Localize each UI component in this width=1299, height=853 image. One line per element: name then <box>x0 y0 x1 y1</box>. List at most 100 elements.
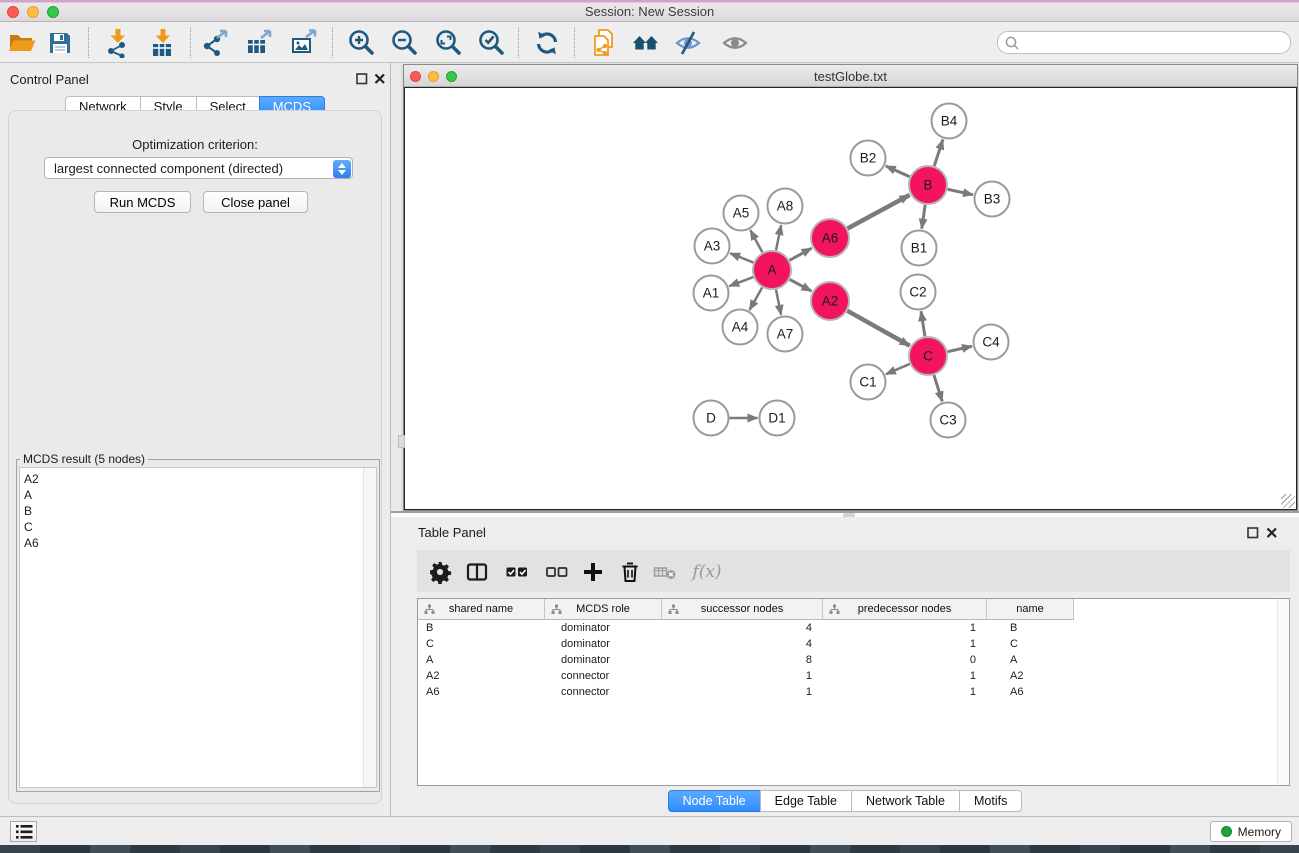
float-table-panel-icon[interactable] <box>1247 527 1259 539</box>
save-session-icon[interactable] <box>43 26 77 60</box>
export-image-icon[interactable] <box>287 26 321 60</box>
network-canvas[interactable]: AA1A2A3A4A5A6A7A8BB1B2B3B4CC1C2C3C4DD1 <box>404 87 1297 510</box>
tab-motifs[interactable]: Motifs <box>959 790 1022 812</box>
graph-node-A7[interactable]: A7 <box>768 317 803 352</box>
table-cell[interactable]: 1 <box>823 668 987 684</box>
import-network-icon[interactable] <box>101 26 135 60</box>
table-cell[interactable]: C <box>987 636 1074 652</box>
graph-edge-A-A4[interactable] <box>750 287 763 310</box>
graph-edge-A-A8[interactable] <box>776 225 781 250</box>
graph-edge-C-C2[interactable] <box>921 311 925 336</box>
result-list-item[interactable]: A2 <box>20 471 376 487</box>
refresh-icon[interactable] <box>530 26 564 60</box>
close-table-panel-icon[interactable] <box>1266 527 1278 539</box>
graph-edge-A-A5[interactable] <box>750 230 762 252</box>
graph-node-C1[interactable]: C1 <box>851 365 886 400</box>
column-header-successor-nodes[interactable]: successor nodes <box>662 599 823 620</box>
table-cell[interactable]: A6 <box>987 684 1074 700</box>
export-table-icon[interactable] <box>242 26 276 60</box>
frame-edge-handle[interactable] <box>398 435 405 448</box>
column-header-MCDS-role[interactable]: MCDS role <box>545 599 662 620</box>
graph-node-C2[interactable]: C2 <box>901 275 936 310</box>
table-cell[interactable]: A6 <box>418 684 545 700</box>
zoom-selected-icon[interactable] <box>474 26 508 60</box>
zoom-in-icon[interactable] <box>344 26 378 60</box>
apply-function-button[interactable]: f(x) <box>685 557 729 587</box>
tab-edge-table[interactable]: Edge Table <box>760 790 852 812</box>
graph-node-A4[interactable]: A4 <box>723 310 758 345</box>
close-panel-icon[interactable] <box>374 73 386 85</box>
result-list-item[interactable]: C <box>20 519 376 535</box>
criterion-select[interactable]: largest connected component (directed) <box>44 157 353 179</box>
graph-node-A6[interactable]: A6 <box>811 219 849 257</box>
table-cell[interactable]: A2 <box>418 668 545 684</box>
float-panel-icon[interactable] <box>356 73 368 85</box>
graph-node-C[interactable]: C <box>909 337 947 375</box>
zoom-out-icon[interactable] <box>387 26 421 60</box>
table-cell[interactable]: 4 <box>662 636 823 652</box>
graph-node-B1[interactable]: B1 <box>902 231 937 266</box>
new-network-from-selection-icon[interactable] <box>588 26 622 60</box>
graph-node-A3[interactable]: A3 <box>695 229 730 264</box>
network-window-titlebar[interactable]: testGlobe.txt <box>404 65 1297 87</box>
result-scrollbar[interactable] <box>363 468 376 787</box>
deselect-all-checkboxes-icon[interactable] <box>542 557 572 587</box>
memory-button[interactable]: Memory <box>1210 821 1292 842</box>
table-cell[interactable]: 1 <box>662 684 823 700</box>
table-cell[interactable]: 1 <box>823 620 987 636</box>
node-table[interactable]: shared nameMCDS rolesuccessor nodesprede… <box>417 598 1290 786</box>
table-row[interactable]: Cdominator41C <box>418 636 1289 652</box>
table-cell[interactable]: 1 <box>823 684 987 700</box>
table-cell[interactable]: B <box>987 620 1074 636</box>
column-settings-icon[interactable] <box>425 557 455 587</box>
graph-node-A[interactable]: A <box>753 251 791 289</box>
reset-view-icon[interactable] <box>629 26 663 60</box>
open-session-icon[interactable] <box>5 26 39 60</box>
select-stepper-icon[interactable] <box>333 160 351 178</box>
delete-row-icon[interactable] <box>615 557 645 587</box>
table-cell[interactable]: C <box>418 636 545 652</box>
graph-node-A5[interactable]: A5 <box>724 196 759 231</box>
table-cell[interactable]: A2 <box>987 668 1074 684</box>
graph-edge-A-A1[interactable] <box>729 277 753 286</box>
import-table-icon[interactable] <box>146 26 180 60</box>
graph-edge-B-B1[interactable] <box>922 205 925 229</box>
tab-node-table[interactable]: Node Table <box>668 790 761 812</box>
search-input[interactable] <box>1022 33 1282 52</box>
table-cell[interactable]: dominator <box>545 620 662 636</box>
graph-node-C3[interactable]: C3 <box>931 403 966 438</box>
graph-node-A8[interactable]: A8 <box>768 189 803 224</box>
graph-edge-C-C1[interactable] <box>886 364 910 374</box>
graph-node-D1[interactable]: D1 <box>760 401 795 436</box>
column-header-name[interactable]: name <box>987 599 1074 620</box>
graph-edge-A2-C[interactable] <box>847 311 909 346</box>
show-graphics-details-icon[interactable] <box>718 26 752 60</box>
search-field[interactable] <box>997 31 1291 54</box>
table-scrollbar[interactable] <box>1277 599 1289 785</box>
table-row[interactable]: Adominator80A <box>418 652 1289 668</box>
graph-edge-C-C3[interactable] <box>934 375 942 401</box>
split-panel-icon[interactable] <box>462 557 492 587</box>
graph-edge-B-B4[interactable] <box>934 140 943 166</box>
close-panel-button[interactable]: Close panel <box>203 191 308 213</box>
graph-node-B4[interactable]: B4 <box>932 104 967 139</box>
graph-edge-B-B3[interactable] <box>948 189 973 195</box>
graph-node-B[interactable]: B <box>909 166 947 204</box>
add-row-icon[interactable] <box>578 557 608 587</box>
column-header-predecessor-nodes[interactable]: predecessor nodes <box>823 599 987 620</box>
table-row[interactable]: A6connector11A6 <box>418 684 1289 700</box>
graph-edge-C-C4[interactable] <box>948 346 972 351</box>
zoom-fit-icon[interactable] <box>431 26 465 60</box>
graph-edge-A-A6[interactable] <box>790 248 812 260</box>
graph-node-D[interactable]: D <box>694 401 729 436</box>
export-network-icon[interactable] <box>198 26 232 60</box>
hide-graphics-details-icon[interactable] <box>671 26 705 60</box>
graph-node-A1[interactable]: A1 <box>694 276 729 311</box>
table-cell[interactable]: 1 <box>823 636 987 652</box>
graph-edge-A-A2[interactable] <box>790 279 812 291</box>
table-row[interactable]: Bdominator41B <box>418 620 1289 636</box>
run-mcds-button[interactable]: Run MCDS <box>94 191 191 213</box>
table-cell[interactable]: A <box>418 652 545 668</box>
result-list-item[interactable]: A <box>20 487 376 503</box>
tab-network-table[interactable]: Network Table <box>851 790 960 812</box>
